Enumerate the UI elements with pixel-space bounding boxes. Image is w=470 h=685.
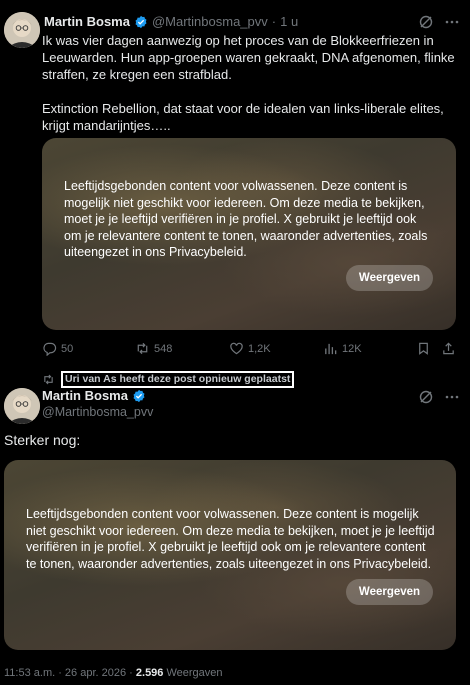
verified-badge-icon [135, 15, 147, 28]
like-button[interactable]: 1,2K [229, 341, 271, 356]
warning-line: Leeftijdsgebonden content voor volwassen… [64, 179, 408, 193]
verified-badge-icon [133, 389, 145, 402]
show-media-button[interactable]: Weergeven [346, 265, 433, 291]
text-line: Extinction Rebellion, dat staat voor de … [42, 101, 444, 116]
views-count: 12K [342, 342, 362, 355]
tweet2-text: Sterker nog: [4, 432, 81, 448]
bookmark-button[interactable] [416, 341, 431, 356]
tweet1-header: Martin Bosma @Martinbosma_pvv · 1 u [44, 14, 298, 29]
author-handle[interactable]: @Martinbosma_pvv [42, 405, 153, 419]
warning-line: mogelijk niet geschikt voor iedereen. Om… [64, 195, 425, 210]
repost-icon [44, 374, 53, 385]
warning-line: niet geschikt voor iedereen. Om deze med… [26, 523, 435, 538]
author-handle[interactable]: @Martinbosma_pvv [152, 14, 268, 29]
author-name[interactable]: Martin Bosma [42, 388, 128, 403]
repost-banner-text[interactable]: Uri van As heeft deze post opnieuw gepla… [61, 371, 295, 388]
separator: · [271, 14, 277, 29]
text-line-blank [42, 83, 462, 100]
repost-count: 548 [154, 342, 173, 355]
warning-line: Leeftijdsgebonden content voor volwassen… [26, 507, 419, 521]
share-button[interactable] [441, 341, 456, 356]
repost-button[interactable]: 548 [135, 341, 172, 356]
author-name[interactable]: Martin Bosma [44, 14, 130, 29]
tweet1-text: Ik was vier dagen aanwezig op het proces… [42, 32, 462, 134]
view-count: 2.596 [135, 667, 164, 679]
warning-line: verifiëren in je profiel. X gebruikt je … [26, 540, 426, 554]
more-options-icon[interactable] [444, 389, 460, 405]
text-line: straffen, ze kregen een strafblad. [42, 67, 232, 82]
repost-banner: Uri van As heeft deze post opnieuw gepla… [42, 371, 295, 388]
warning-line: te tonen, waaronder advertenties, zoals … [26, 556, 432, 571]
heart-icon [230, 342, 243, 355]
grok-icon[interactable] [418, 389, 434, 405]
media-warning-text: Leeftijdsgebonden content voor volwassen… [64, 178, 449, 261]
tweet2-header: Martin Bosma [42, 388, 146, 403]
grok-icon[interactable] [418, 14, 434, 30]
warning-line: om je relevantere content te tonen, waar… [64, 228, 428, 243]
author-avatar[interactable] [4, 388, 40, 424]
reply-count: 50 [61, 342, 74, 355]
author-avatar[interactable] [4, 12, 40, 48]
views-label: Weergaven [163, 667, 223, 679]
views-chart-icon [325, 343, 337, 355]
share-icon [443, 342, 454, 355]
media-warning-text: Leeftijdsgebonden content voor volwassen… [26, 506, 446, 572]
reply-icon [43, 342, 57, 356]
text-line: krijgt mandarijntjes….. [42, 118, 171, 133]
bookmark-icon [419, 342, 428, 355]
warning-line: moet je je leeftijd verifiëren in je pro… [64, 212, 417, 226]
tweet1-media-card[interactable]: Leeftijdsgebonden content voor volwassen… [42, 138, 456, 330]
text-line: Ik was vier dagen aanwezig op het proces… [42, 33, 434, 48]
more-options-icon[interactable] [444, 14, 460, 30]
like-count: 1,2K [248, 342, 271, 355]
repost-icon [137, 342, 148, 355]
time-ago[interactable]: 1 u [280, 14, 298, 29]
text-line: Leeuwarden. Hun app-groepen waren gekraa… [42, 50, 455, 65]
tweet2-media-card[interactable]: Leeftijdsgebonden content voor volwassen… [4, 460, 456, 650]
warning-line: uiteengezet in ons Privacybeleid. [64, 245, 247, 259]
show-media-button[interactable]: Weergeven [346, 579, 433, 605]
post-meta: 11:53 a.m. · 26 apr. 2026 · 2.596 Weerga… [4, 667, 223, 679]
views-button[interactable]: 12K [323, 341, 362, 356]
reply-button[interactable]: 50 [42, 341, 73, 356]
timestamp[interactable]: 11:53 a.m. · 26 apr. 2026 · [4, 667, 136, 679]
